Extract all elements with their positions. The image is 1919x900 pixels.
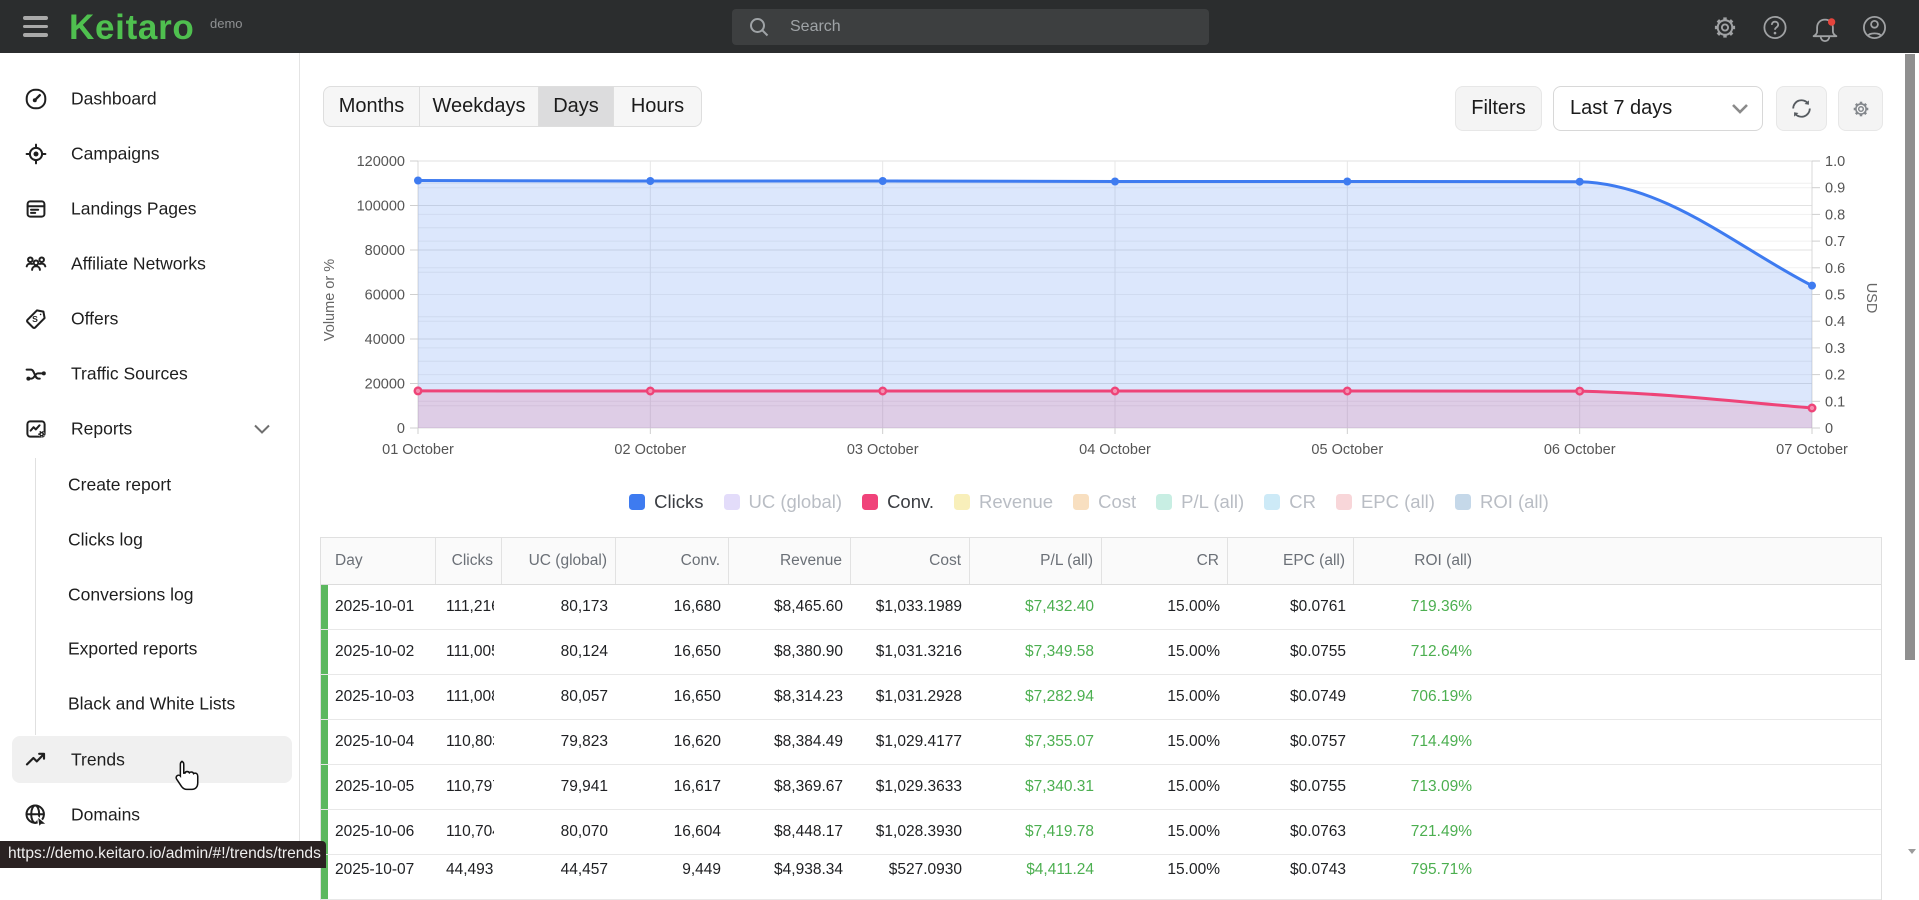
svg-text:20000: 20000 xyxy=(365,377,405,393)
svg-text:0.5: 0.5 xyxy=(1825,288,1845,304)
svg-text:1.0: 1.0 xyxy=(1825,154,1845,170)
svg-text:02 October: 02 October xyxy=(614,442,686,458)
svg-text:0: 0 xyxy=(1825,421,1833,437)
svg-text:0.8: 0.8 xyxy=(1825,207,1845,223)
svg-text:0.3: 0.3 xyxy=(1825,341,1845,357)
svg-text:120000: 120000 xyxy=(357,154,405,170)
svg-text:01 October: 01 October xyxy=(382,442,454,458)
svg-text:Volume or %: Volume or % xyxy=(322,259,338,341)
svg-text:0.6: 0.6 xyxy=(1825,261,1845,277)
svg-text:0.9: 0.9 xyxy=(1825,181,1845,197)
svg-text:04 October: 04 October xyxy=(1079,442,1151,458)
svg-text:06 October: 06 October xyxy=(1544,442,1616,458)
svg-text:0: 0 xyxy=(397,421,405,437)
svg-text:60000: 60000 xyxy=(365,288,405,304)
svg-text:80000: 80000 xyxy=(365,243,405,259)
svg-text:0.1: 0.1 xyxy=(1825,394,1845,410)
svg-text:0.7: 0.7 xyxy=(1825,234,1845,250)
svg-text:40000: 40000 xyxy=(365,332,405,348)
svg-text:05 October: 05 October xyxy=(1311,442,1383,458)
svg-text:0.4: 0.4 xyxy=(1825,314,1845,330)
svg-text:07 October: 07 October xyxy=(1776,442,1848,458)
svg-text:03 October: 03 October xyxy=(847,442,919,458)
svg-text:0.2: 0.2 xyxy=(1825,368,1845,384)
svg-text:S: S xyxy=(32,314,38,324)
svg-text:USD: USD xyxy=(1863,283,1879,314)
svg-text:100000: 100000 xyxy=(357,199,405,215)
